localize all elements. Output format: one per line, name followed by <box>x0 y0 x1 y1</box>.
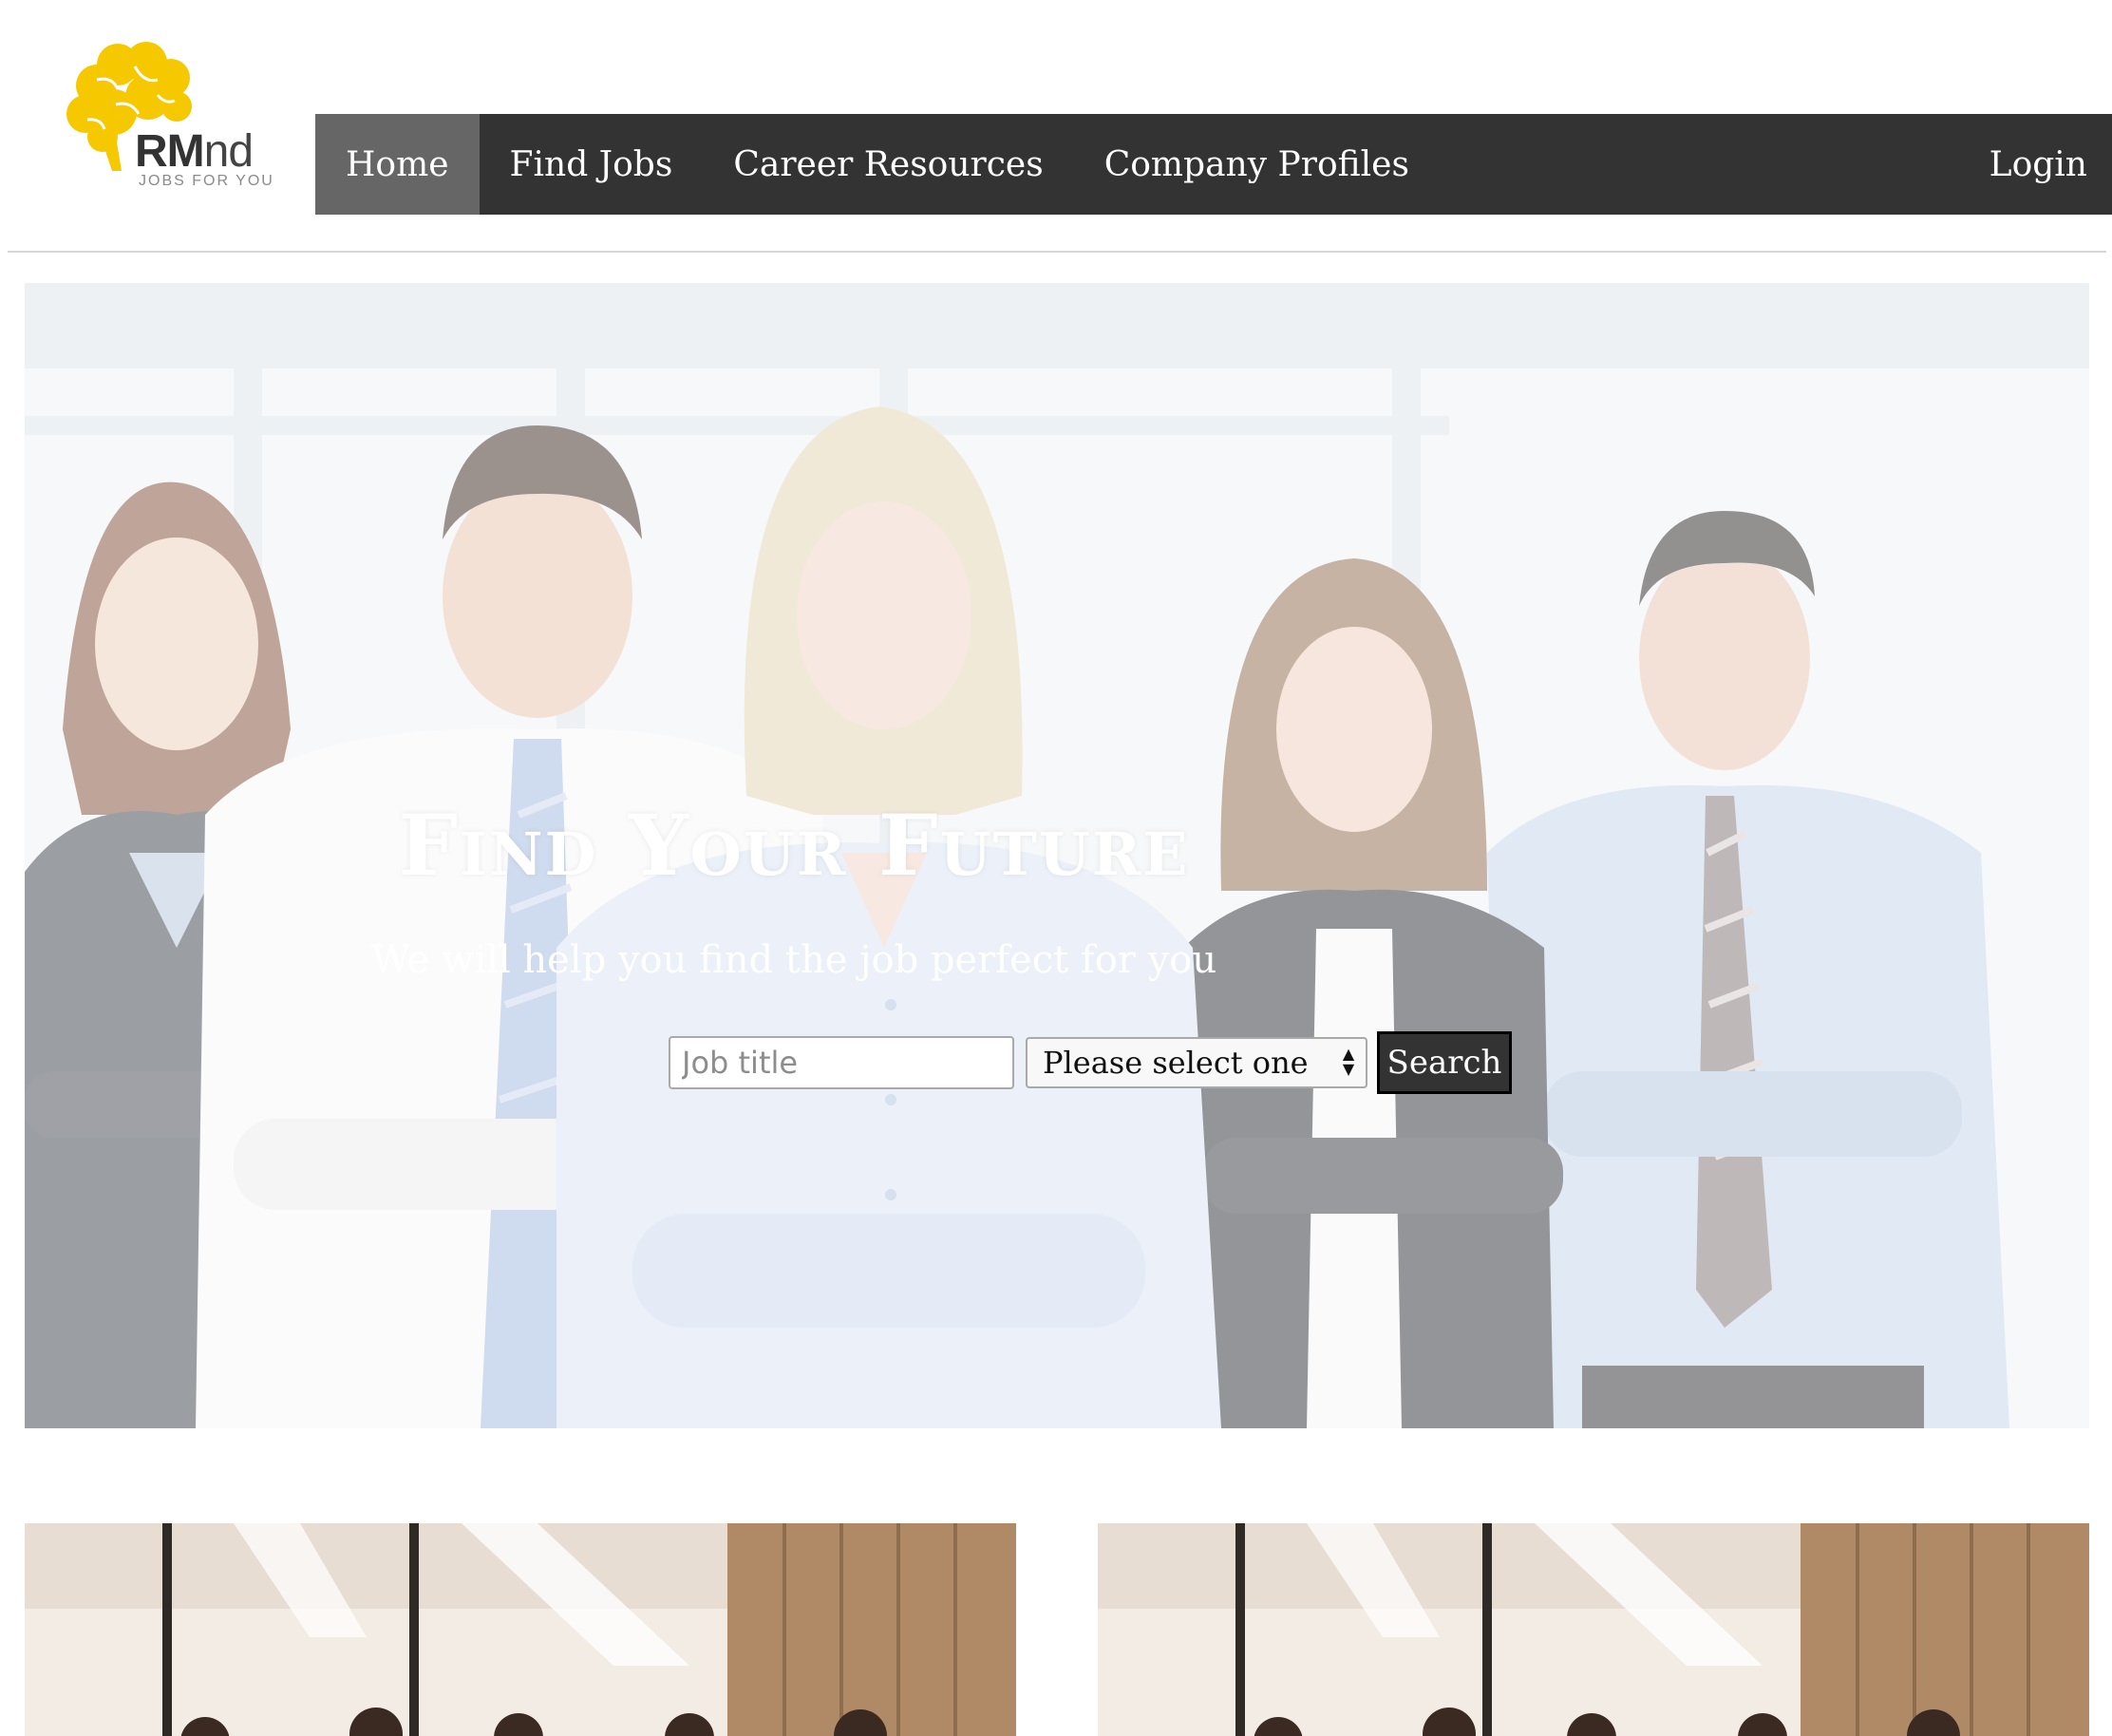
nav-item-career-resources[interactable]: Career Resources <box>703 114 1073 215</box>
logo-wordmark: RMnd <box>135 125 254 178</box>
category-select-value: Please select one <box>1043 1045 1309 1081</box>
nav-item-login[interactable]: Login <box>1959 114 2112 215</box>
job-title-input[interactable] <box>669 1036 1014 1089</box>
logo-name-light: nd <box>203 126 254 177</box>
page: RMnd JOBS FOR YOU Home Find Jobs Career … <box>0 0 2112 1736</box>
hero-banner: Find Your Future We will help you find t… <box>25 283 2089 1428</box>
logo-name-bold: RM <box>135 126 205 177</box>
office-image-card-right <box>1098 1523 2089 1736</box>
job-search-form: Please select one ▲▼ Search <box>669 1031 1512 1094</box>
site-logo[interactable]: RMnd JOBS FOR YOU <box>59 38 273 199</box>
office-photo <box>25 1523 1016 1736</box>
office-image-card-left <box>25 1523 1016 1736</box>
category-select[interactable]: Please select one ▲ ▼ <box>1026 1037 1367 1088</box>
nav-item-find-jobs[interactable]: Find Jobs <box>480 114 704 215</box>
logo-tagline: JOBS FOR YOU <box>139 173 274 189</box>
office-photo <box>1098 1523 2089 1736</box>
hero-subtitle: We will help you find the job perfect fo… <box>370 938 1217 982</box>
header-divider <box>8 251 2106 253</box>
select-arrows-icon: ▲ ▼ <box>1342 1045 1355 1078</box>
nav-item-company-profiles[interactable]: Company Profiles <box>1074 114 1440 215</box>
search-button[interactable]: Search <box>1377 1031 1512 1094</box>
nav-item-home[interactable]: Home <box>315 114 480 215</box>
hero-title: Find Your Future <box>398 796 1190 895</box>
main-navbar: Home Find Jobs Career Resources Company … <box>315 114 2112 215</box>
